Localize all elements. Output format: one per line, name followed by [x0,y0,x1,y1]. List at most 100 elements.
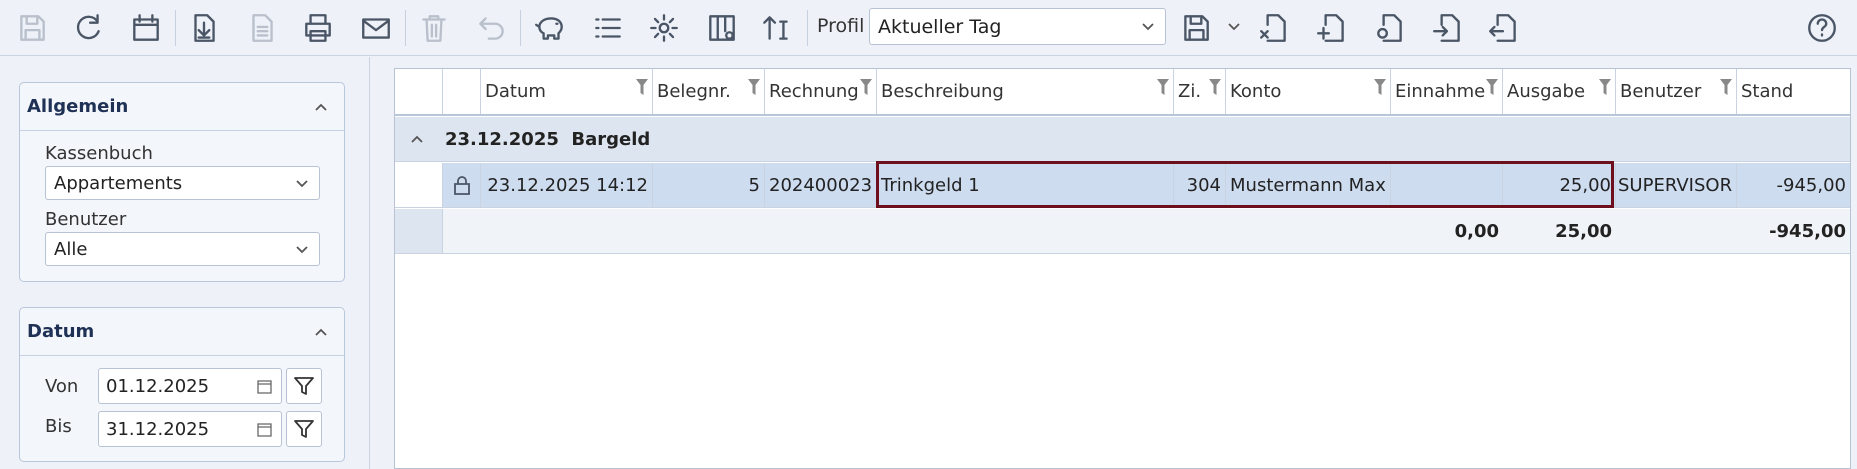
import-icon[interactable] [184,8,224,48]
header-datum[interactable]: Datum [481,69,653,114]
cell-rechnung[interactable]: 202400023 [765,163,877,207]
cell-datum[interactable]: 23.12.2025 14:12 [481,163,653,207]
refresh-icon[interactable] [68,8,108,48]
header-zi[interactable]: Zi. [1174,69,1226,114]
von-label: Von [45,376,79,397]
print-icon[interactable] [298,8,338,48]
export-profile-icon[interactable] [1428,8,1468,48]
chevron-down-icon[interactable] [1227,20,1241,34]
save-profile-icon[interactable] [1176,8,1216,48]
profile-settings-icon[interactable] [1370,8,1410,48]
save-icon[interactable] [12,8,52,48]
kassenbuch-label: Kassenbuch [45,143,153,164]
filter-icon[interactable] [1599,79,1611,95]
filter-icon [294,377,314,395]
toolbar-separator [520,10,521,46]
cell-ausgabe[interactable]: 25,00 [1503,163,1616,207]
import-profile-icon[interactable] [1484,8,1524,48]
filter-icon[interactable] [636,79,648,95]
cell-benutzer[interactable]: SUPERVISOR [1616,163,1737,207]
chevron-down-icon [296,246,308,254]
row-selector[interactable] [395,163,443,207]
filter-icon[interactable] [1486,79,1498,95]
header-rechnung-label: Rechnung [769,81,859,102]
allgemein-title: Allgemein [27,96,129,117]
sort-icon[interactable] [756,8,796,48]
bis-date-value: 31.12.2025 [106,419,210,440]
datum-group: Datum Von 01.12.2025 Bis 31.12.2025 [19,307,345,462]
chevron-up-icon[interactable] [314,100,328,114]
benutzer-select[interactable]: Alle [45,232,320,266]
delete-profile-icon[interactable] [1254,8,1294,48]
header-stand-label: Stand [1741,81,1794,102]
header-belegnr[interactable]: Belegnr. [653,69,765,114]
von-filter-button[interactable] [286,368,322,404]
header-select-column[interactable] [395,69,443,114]
chevron-down-icon [296,180,308,188]
allgemein-group-header[interactable]: Allgemein [20,83,344,131]
kassenbuch-select[interactable]: Appartements [45,166,320,200]
von-date-value: 01.12.2025 [106,376,210,397]
cell-belegnr[interactable]: 5 [653,163,765,207]
bis-date-input[interactable]: 31.12.2025 [98,411,282,447]
header-konto-label: Konto [1230,81,1282,102]
filter-icon[interactable] [1209,79,1221,95]
profil-label: Profil [817,15,865,37]
header-einnahme-label: Einnahme [1395,81,1486,102]
filter-icon[interactable] [860,79,872,95]
piggy-bank-icon[interactable] [530,8,570,48]
header-ausgabe-label: Ausgabe [1507,81,1586,102]
header-rechnung[interactable]: Rechnung [765,69,877,114]
group-row[interactable]: 23.12.2025 Bargeld [395,117,1850,162]
benutzer-label: Benutzer [45,209,127,230]
delete-icon[interactable] [414,8,454,48]
datum-title: Datum [27,321,95,342]
calendar-icon[interactable] [256,378,273,395]
chevron-up-icon[interactable] [410,133,424,145]
cell-konto[interactable]: Mustermann Max [1226,163,1391,207]
cell-stand[interactable]: -945,00 [1737,163,1850,207]
new-profile-icon[interactable] [1312,8,1352,48]
filter-icon[interactable] [1720,79,1732,95]
calendar-icon[interactable] [126,8,166,48]
header-benutzer[interactable]: Benutzer [1616,69,1737,114]
filter-panel: Allgemein Kassenbuch Appartements Benutz… [0,57,370,469]
cell-beschreibung[interactable]: Trinkgeld 1 [877,163,1174,207]
filter-icon [294,420,314,438]
chevron-down-icon [1142,23,1154,31]
header-lock-column[interactable] [443,69,481,114]
header-beschreibung[interactable]: Beschreibung [877,69,1174,114]
table-row[interactable]: 23.12.2025 14:12 5 202400023 Trinkgeld 1… [395,163,1850,208]
total-ausgabe: 25,00 [1555,220,1612,242]
bis-filter-button[interactable] [286,411,322,447]
settings-icon[interactable] [644,8,684,48]
calendar-icon[interactable] [256,421,273,438]
list-icon[interactable] [588,8,628,48]
header-konto[interactable]: Konto [1226,69,1391,114]
datum-group-header[interactable]: Datum [20,308,344,356]
header-belegnr-label: Belegnr. [657,81,731,102]
filter-icon[interactable] [748,79,760,95]
header-datum-label: Datum [485,81,546,102]
help-icon[interactable] [1802,8,1842,48]
bis-label: Bis [45,416,72,437]
toolbar: Profil Aktueller Tag [0,0,1857,56]
filter-icon[interactable] [1157,79,1169,95]
grid-header-row: Datum Belegnr. Rechnung Beschreibung Zi.… [395,69,1850,116]
filter-icon[interactable] [1374,79,1386,95]
cell-zi[interactable]: 304 [1174,163,1226,207]
header-benutzer-label: Benutzer [1620,81,1702,102]
document-icon[interactable] [242,8,282,48]
cell-einnahme[interactable] [1391,163,1503,207]
columns-settings-icon[interactable] [702,8,742,48]
header-stand[interactable]: Stand [1737,69,1850,114]
von-date-input[interactable]: 01.12.2025 [98,368,282,404]
header-einnahme[interactable]: Einnahme [1391,69,1503,114]
mail-icon[interactable] [356,8,396,48]
kassenbuch-value: Appartements [54,173,183,194]
header-ausgabe[interactable]: Ausgabe [1503,69,1616,114]
header-beschreibung-label: Beschreibung [881,81,1004,102]
undo-icon[interactable] [472,8,512,48]
chevron-up-icon[interactable] [314,325,328,339]
profil-select[interactable]: Aktueller Tag [869,8,1166,45]
